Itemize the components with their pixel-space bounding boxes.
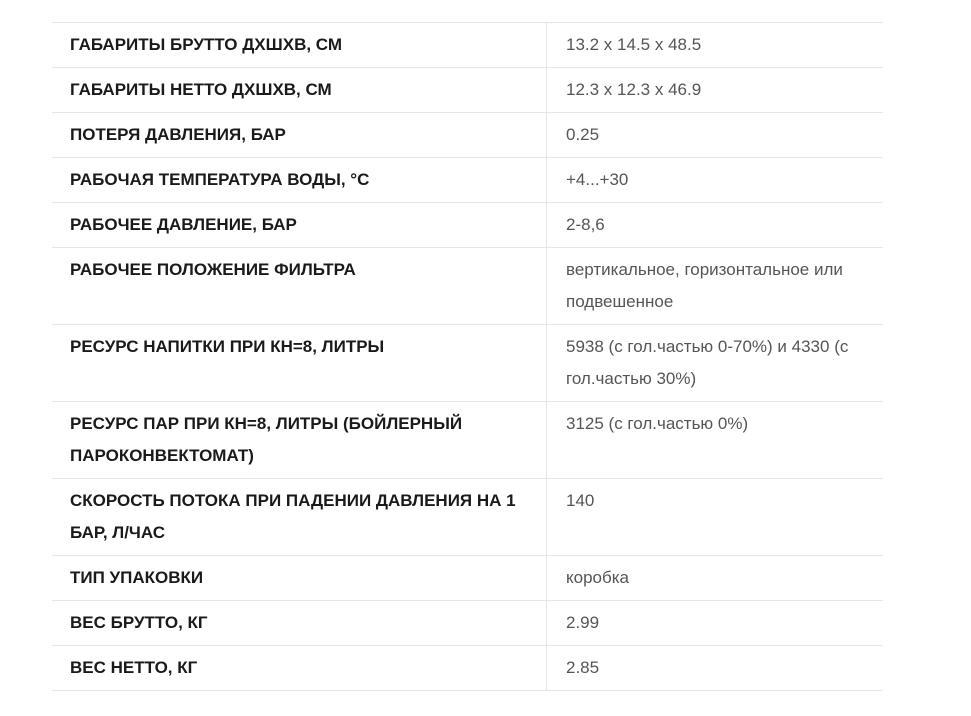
spec-label: РЕСУРС НАПИТКИ ПРИ КН=8, ЛИТРЫ: [52, 324, 547, 402]
table-row: ВЕС БРУТТО, КГ 2.99: [52, 600, 883, 646]
spec-value: 140: [566, 491, 595, 510]
table-row: ГАБАРИТЫ БРУТТО ДХШХВ, СМ 13.2 x 14.5 x …: [52, 22, 883, 68]
spec-value: 2-8,6: [566, 215, 605, 234]
table-row: ВЕС НЕТТО, КГ 2.85: [52, 645, 883, 691]
table-row: ПОТЕРЯ ДАВЛЕНИЯ, БАР 0.25: [52, 112, 883, 158]
spec-label: СКОРОСТЬ ПОТОКА ПРИ ПАДЕНИИ ДАВЛЕНИЯ НА …: [52, 478, 547, 556]
spec-label: ВЕС НЕТТО, КГ: [52, 645, 547, 691]
spec-label: РАБОЧЕЕ ДАВЛЕНИЕ, БАР: [52, 202, 547, 248]
table-row: РАБОЧЕЕ ПОЛОЖЕНИЕ ФИЛЬТРА вертикальное, …: [52, 247, 883, 325]
spec-value: 0.25: [566, 125, 600, 144]
spec-label: ГАБАРИТЫ БРУТТО ДХШХВ, СМ: [52, 22, 547, 68]
spec-label: ГАБАРИТЫ НЕТТО ДХШХВ, СМ: [52, 67, 547, 113]
table-row: СКОРОСТЬ ПОТОКА ПРИ ПАДЕНИИ ДАВЛЕНИЯ НА …: [52, 478, 883, 556]
table-row: ТИП УПАКОВКИ коробка: [52, 555, 883, 601]
page: { "specs": { "rows": [ { "label": "ГАБАР…: [0, 0, 971, 716]
table-row: РАБОЧЕЕ ДАВЛЕНИЕ, БАР 2-8,6: [52, 202, 883, 248]
spec-value: 2.85: [566, 658, 600, 677]
table-row: РЕСУРС НАПИТКИ ПРИ КН=8, ЛИТРЫ 5938 (с г…: [52, 324, 883, 402]
table-row: ГАБАРИТЫ НЕТТО ДХШХВ, СМ 12.3 x 12.3 x 4…: [52, 67, 883, 113]
spec-label: ВЕС БРУТТО, КГ: [52, 600, 547, 646]
table-row: РЕСУРС ПАР ПРИ КН=8, ЛИТРЫ (БОЙЛЕРНЫЙ ПА…: [52, 401, 883, 479]
spec-value: 13.2 x 14.5 x 48.5: [566, 35, 702, 54]
spec-value: коробка: [566, 568, 629, 587]
table-row: РАБОЧАЯ ТЕМПЕРАТУРА ВОДЫ, °С +4...+30: [52, 157, 883, 203]
spec-value: 2.99: [566, 613, 600, 632]
spec-value: 5938 (с гол.частью 0-70%) и 4330 (с гол.…: [566, 337, 849, 388]
spec-label: РАБОЧЕЕ ПОЛОЖЕНИЕ ФИЛЬТРА: [52, 247, 547, 325]
spec-value: 3125 (с гол.частью 0%): [566, 414, 749, 433]
specs-table: ГАБАРИТЫ БРУТТО ДХШХВ, СМ 13.2 x 14.5 x …: [52, 22, 883, 691]
spec-value: +4...+30: [566, 170, 629, 189]
spec-label: ТИП УПАКОВКИ: [52, 555, 547, 601]
spec-label: РАБОЧАЯ ТЕМПЕРАТУРА ВОДЫ, °С: [52, 157, 547, 203]
spec-value: 12.3 x 12.3 x 46.9: [566, 80, 702, 99]
spec-value: вертикальное, горизонтальное или подвеше…: [566, 260, 843, 311]
spec-label: ПОТЕРЯ ДАВЛЕНИЯ, БАР: [52, 112, 547, 158]
spec-label: РЕСУРС ПАР ПРИ КН=8, ЛИТРЫ (БОЙЛЕРНЫЙ ПА…: [52, 401, 547, 479]
